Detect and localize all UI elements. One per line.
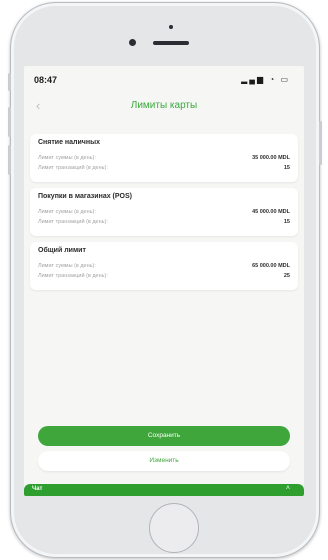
row-label: Лимит суммы (в день): xyxy=(38,155,96,161)
card-title: Покупки в магазинах (POS) xyxy=(38,193,132,200)
earpiece-speaker xyxy=(153,41,189,45)
home-button[interactable] xyxy=(149,503,199,553)
app-screen: 08:47 ▂▄▆ ◔ ▭ ‹ Лимиты карты Снятие нали… xyxy=(24,66,304,496)
front-camera xyxy=(129,39,136,46)
chevron-up-icon[interactable]: ˄ xyxy=(286,485,290,492)
status-bar: 08:47 ▂▄▆ ◔ ▭ xyxy=(24,66,304,92)
volume-down-button xyxy=(8,145,11,175)
row-value: 15 xyxy=(283,219,290,225)
power-button xyxy=(319,121,322,165)
proximity-sensor xyxy=(169,25,173,29)
edit-button[interactable]: Изменить xyxy=(38,451,290,471)
limit-row-transactions: Лимит транзакций (в день): 15 xyxy=(38,165,290,171)
chat-label: Чат xyxy=(32,486,43,492)
battery-icon: ▭ xyxy=(280,75,290,84)
limit-row-amount: Лимит суммы (в день): 65 000.00 MDL xyxy=(38,263,290,269)
page-title: Лимиты карты xyxy=(130,100,198,111)
limit-row-amount: Лимит суммы (в день): 45 000.00 MDL xyxy=(38,209,290,215)
screen-header: ‹ Лимиты карты xyxy=(24,96,304,118)
limit-card-total: Общий лимит Лимит суммы (в день): 65 000… xyxy=(30,242,298,290)
signal-icon: ▂▄▆ xyxy=(241,75,266,84)
limit-card-cash: Снятие наличных Лимит суммы (в день): 35… xyxy=(30,134,298,182)
row-label: Лимит транзакций (в день): xyxy=(38,165,108,171)
card-title: Снятие наличных xyxy=(38,139,100,146)
row-value: 45 000.00 MDL xyxy=(252,209,290,215)
volume-up-button xyxy=(8,107,11,137)
row-label: Лимит суммы (в день): xyxy=(38,209,96,215)
mute-switch xyxy=(8,73,11,91)
row-value: 35 000.00 MDL xyxy=(252,155,290,161)
save-button[interactable]: Сохранить xyxy=(38,426,290,446)
chat-bar[interactable]: Чат ˄ xyxy=(24,484,304,496)
wifi-icon: ◔ xyxy=(269,75,277,84)
row-value: 15 xyxy=(283,165,290,171)
card-title: Общий лимит xyxy=(38,247,86,254)
limit-row-transactions: Лимит транзакций (в день): 25 xyxy=(38,273,290,279)
status-time: 08:47 xyxy=(34,75,58,85)
status-icons: ▂▄▆ ◔ ▭ xyxy=(241,75,290,84)
row-label: Лимит суммы (в день): xyxy=(38,263,96,269)
limit-card-pos: Покупки в магазинах (POS) Лимит суммы (в… xyxy=(30,188,298,236)
row-value: 65 000.00 MDL xyxy=(252,263,290,269)
row-label: Лимит транзакций (в день): xyxy=(38,219,108,225)
row-value: 25 xyxy=(283,273,290,279)
row-label: Лимит транзакций (в день): xyxy=(38,273,108,279)
limit-row-amount: Лимит суммы (в день): 35 000.00 MDL xyxy=(38,155,290,161)
limit-row-transactions: Лимит транзакций (в день): 15 xyxy=(38,219,290,225)
